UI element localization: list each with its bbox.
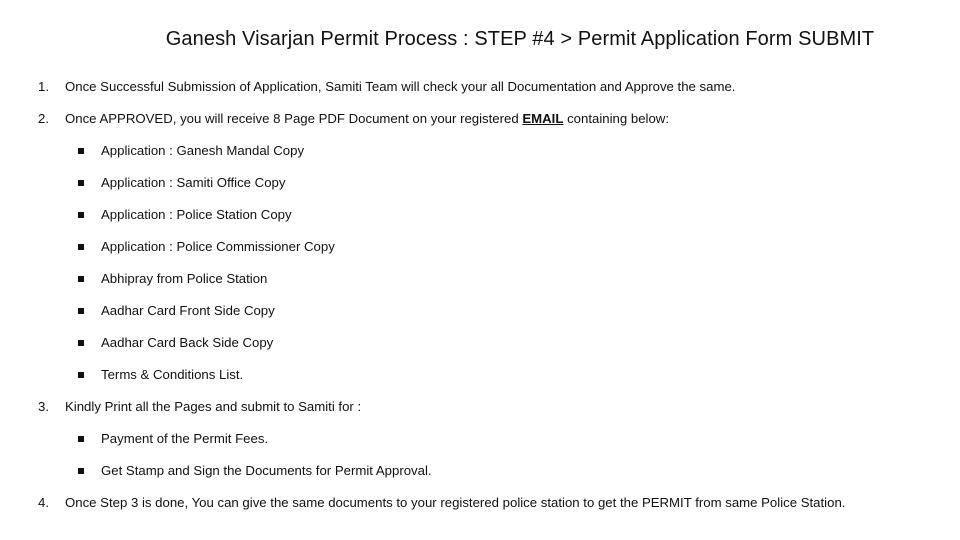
email-emphasis: EMAIL <box>522 111 564 126</box>
step-number: 4. <box>38 495 49 510</box>
bullet-icon <box>78 244 84 250</box>
step-text: Once Successful Submission of Applicatio… <box>65 79 736 94</box>
step-text-after: containing below: <box>563 111 669 126</box>
list-item-text: Application : Samiti Office Copy <box>101 175 286 190</box>
list-item-text: Get Stamp and Sign the Documents for Per… <box>101 463 432 478</box>
list-item-text: Aadhar Card Back Side Copy <box>101 335 274 350</box>
bullet-icon <box>78 468 84 474</box>
bullet-icon <box>78 276 84 282</box>
list-item-text: Application : Police Commissioner Copy <box>101 239 335 254</box>
list-item-text: Payment of the Permit Fees. <box>101 431 269 446</box>
list-item-text: Aadhar Card Front Side Copy <box>101 303 275 318</box>
step-text: Once Step 3 is done, You can give the sa… <box>65 495 846 510</box>
page-title: Ganesh Visarjan Permit Process : STEP #4… <box>165 28 875 50</box>
step-text: Once APPROVED, you will receive 8 Page P… <box>65 110 669 128</box>
bullet-icon <box>78 212 84 218</box>
list-item-text: Application : Police Station Copy <box>101 207 292 222</box>
bullet-icon <box>78 148 84 154</box>
list-item-text: Application : Ganesh Mandal Copy <box>101 143 305 158</box>
step-number: 1. <box>38 79 49 94</box>
step-text: Kindly Print all the Pages and submit to… <box>65 399 362 414</box>
bullet-icon <box>78 308 84 314</box>
bullet-icon <box>78 436 84 442</box>
list-item-text: Abhipray from Police Station <box>101 271 268 286</box>
step-number: 3. <box>38 399 49 414</box>
bullet-icon <box>78 372 84 378</box>
bullet-icon <box>78 180 84 186</box>
step-number: 2. <box>38 111 49 126</box>
list-item-text: Terms & Conditions List. <box>101 367 244 382</box>
step-text-before: Once APPROVED, you will receive 8 Page P… <box>65 111 523 126</box>
bullet-icon <box>78 340 84 346</box>
